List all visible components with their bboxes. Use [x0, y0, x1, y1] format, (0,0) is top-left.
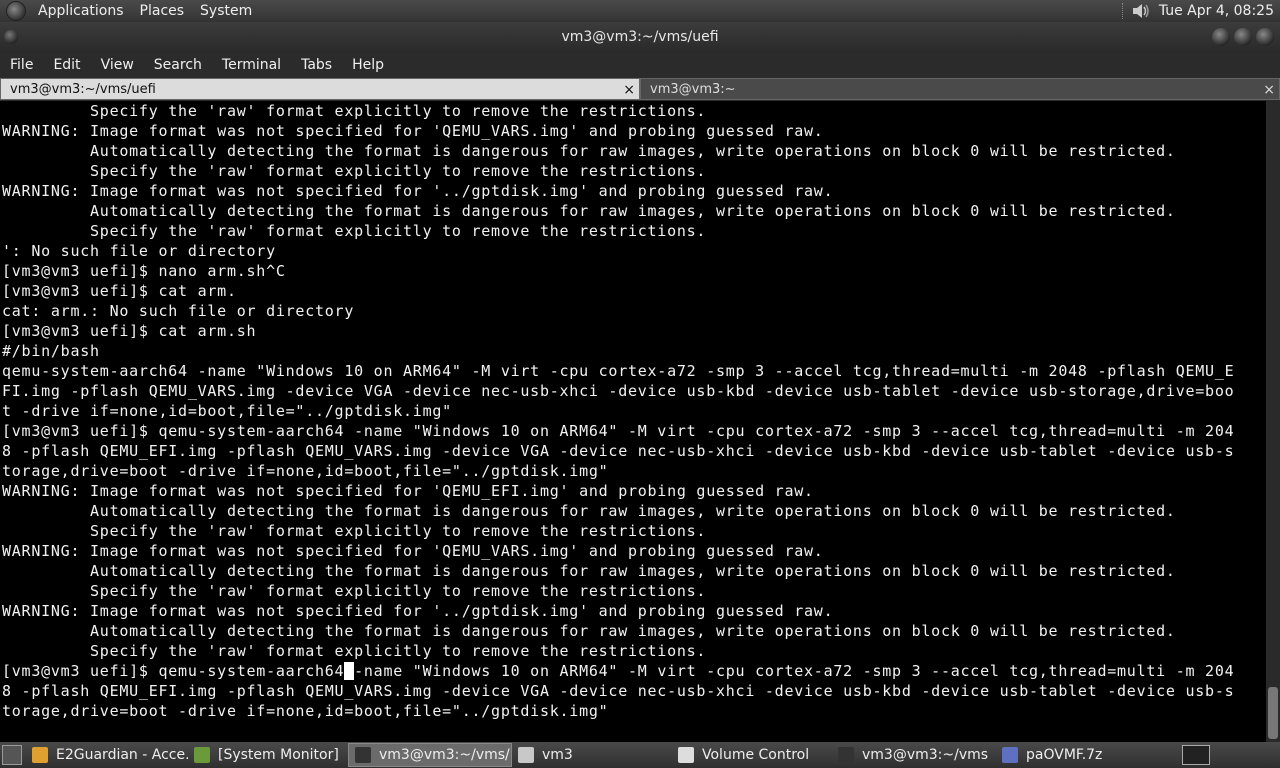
terminal-output[interactable]: Specify the 'raw' format explicitly to r…: [0, 101, 1266, 742]
terminal-line: WARNING: Image format was not specified …: [2, 482, 814, 500]
panel-clock[interactable]: Tue Apr 4, 08:25: [1159, 3, 1280, 19]
menu-system[interactable]: System: [192, 0, 260, 22]
terminal-line: t -drive if=none,id=boot,file="../gptdis…: [2, 402, 452, 420]
terminal-icon: [355, 747, 371, 763]
cursor-line-before: [vm3@vm3 uefi]$ qemu-system-aarch64: [2, 662, 345, 680]
taskbar-item-label: vm3@vm3:~/vms: [862, 747, 989, 763]
menu-places[interactable]: Places: [132, 0, 193, 22]
terminal-line: WARNING: Image format was not specified …: [2, 602, 834, 620]
task-list: E2Guardian - Acce... [System Monitor] vm3@…: [26, 743, 1156, 767]
show-desktop-icon[interactable]: [2, 745, 22, 765]
taskbar-item[interactable]: E2Guardian - Acce...: [26, 743, 188, 767]
terminal-line: [vm3@vm3 uefi]$ nano arm.sh^C: [2, 262, 286, 280]
terminal-line: Automatically detecting the format is da…: [2, 142, 1176, 160]
terminal-scrollbar[interactable]: [1266, 101, 1280, 742]
menu-help[interactable]: Help: [342, 57, 394, 73]
menu-view[interactable]: View: [91, 57, 144, 73]
terminal-line: torage,drive=boot -drive if=none,id=boot…: [2, 462, 609, 480]
top-panel: Applications Places System Tue Apr 4, 08…: [0, 0, 1280, 22]
panel-separator: [1121, 3, 1125, 19]
taskbar-item-label: E2Guardian - Acce...: [56, 747, 188, 763]
gnome-foot-icon[interactable]: [6, 1, 26, 21]
terminal-line: torage,drive=boot -drive if=none,id=boot…: [2, 702, 609, 720]
maximize-button[interactable]: [1234, 28, 1252, 46]
taskbar-item-label: paOVMF.7z: [1026, 747, 1103, 763]
window-title: vm3@vm3:~/vms/uefi: [561, 29, 719, 45]
terminal-line: FI.img -pflash QEMU_VARS.img -device VGA…: [2, 382, 1235, 400]
taskbar-item[interactable]: vm3: [512, 743, 672, 767]
terminal-line: ': No such file or directory: [2, 242, 276, 260]
taskbar-item-label: [System Monitor]: [218, 747, 339, 763]
speaker-icon[interactable]: [1131, 2, 1151, 20]
terminal-line: [vm3@vm3 uefi]$ cat arm.sh: [2, 322, 257, 340]
menu-tabs[interactable]: Tabs: [291, 57, 342, 73]
terminal-line: WARNING: Image format was not specified …: [2, 122, 824, 140]
terminal-line: 8 -pflash QEMU_EFI.img -pflash QEMU_VARS…: [2, 682, 1235, 700]
terminal-line: cat: arm.: No such file or directory: [2, 302, 355, 320]
tab-label: vm3@vm3:~: [650, 82, 736, 97]
terminal-menubar: File Edit View Search Terminal Tabs Help: [0, 52, 1280, 78]
taskbar-item[interactable]: Volume Control: [672, 743, 832, 767]
terminal-line: qemu-system-aarch64 -name "Windows 10 on…: [2, 362, 1235, 380]
menu-terminal[interactable]: Terminal: [212, 57, 291, 73]
terminal-line: 8 -pflash QEMU_EFI.img -pflash QEMU_VARS…: [2, 442, 1235, 460]
scrollbar-thumb[interactable]: [1268, 687, 1278, 739]
taskbar-item[interactable]: vm3@vm3:~/vms/...: [348, 743, 512, 767]
tab-home[interactable]: vm3@vm3:~ ×: [640, 78, 1280, 100]
terminal-line: Automatically detecting the format is da…: [2, 622, 1176, 640]
folder-icon: [518, 747, 534, 763]
terminal-line: Automatically detecting the format is da…: [2, 562, 1176, 580]
terminal-line: WARNING: Image format was not specified …: [2, 542, 824, 560]
terminal-line: Specify the 'raw' format explicitly to r…: [2, 642, 707, 660]
tab-uefi[interactable]: vm3@vm3:~/vms/uefi ×: [0, 78, 640, 100]
taskbar-item-label: Volume Control: [702, 747, 810, 763]
window-controls: [1212, 28, 1274, 46]
menu-edit[interactable]: Edit: [43, 57, 90, 73]
terminal-line: Specify the 'raw' format explicitly to r…: [2, 222, 707, 240]
tab-close-icon[interactable]: ×: [623, 79, 635, 101]
terminal-line: Specify the 'raw' format explicitly to r…: [2, 162, 707, 180]
close-button[interactable]: [1256, 28, 1274, 46]
terminal-tail-lines: 8 -pflash QEMU_EFI.img -pflash QEMU_VARS…: [0, 681, 1266, 721]
text-cursor: [344, 662, 355, 680]
workspace-switcher[interactable]: [1182, 745, 1210, 765]
tab-label: vm3@vm3:~/vms/uefi: [10, 82, 156, 97]
terminal-line: [vm3@vm3 uefi]$ cat arm.: [2, 282, 237, 300]
tab-close-icon[interactable]: ×: [1263, 79, 1275, 101]
terminal-line: #/bin/bash: [2, 342, 100, 360]
terminal-line: Specify the 'raw' format explicitly to r…: [2, 582, 707, 600]
window-titlebar[interactable]: vm3@vm3:~/vms/uefi: [0, 22, 1280, 52]
window-menu-icon[interactable]: [4, 30, 18, 44]
cursor-line-after: -name "Windows 10 on ARM64" -M virt -cpu…: [354, 662, 1235, 680]
system-monitor-icon: [194, 747, 210, 763]
terminal-lines: Specify the 'raw' format explicitly to r…: [0, 101, 1266, 661]
volume-icon: [678, 747, 694, 763]
minimize-button[interactable]: [1212, 28, 1230, 46]
taskbar-item-label: vm3: [542, 747, 573, 763]
terminal-line: Specify the 'raw' format explicitly to r…: [2, 522, 707, 540]
terminal-line: Specify the 'raw' format explicitly to r…: [2, 102, 707, 120]
menu-file[interactable]: File: [0, 57, 43, 73]
taskbar-item[interactable]: vm3@vm3:~/vms: [832, 743, 996, 767]
menu-search[interactable]: Search: [144, 57, 212, 73]
chrome-icon: [32, 747, 48, 763]
tab-bar: vm3@vm3:~/vms/uefi × vm3@vm3:~ ×: [0, 78, 1280, 102]
terminal-line: Automatically detecting the format is da…: [2, 202, 1176, 220]
terminal-icon: [838, 747, 854, 763]
taskbar-item[interactable]: [System Monitor]: [188, 743, 348, 767]
bottom-taskbar: E2Guardian - Acce... [System Monitor] vm3@…: [0, 742, 1280, 768]
terminal-line: Automatically detecting the format is da…: [2, 502, 1176, 520]
archive-icon: [1002, 747, 1018, 763]
taskbar-item-label: vm3@vm3:~/vms/...: [379, 747, 512, 763]
terminal-cursor-line: [vm3@vm3 uefi]$ qemu-system-aarch64 -nam…: [0, 661, 1266, 681]
terminal-line: WARNING: Image format was not specified …: [2, 182, 834, 200]
terminal-line: [vm3@vm3 uefi]$ qemu-system-aarch64 -nam…: [2, 422, 1235, 440]
menu-applications[interactable]: Applications: [30, 0, 132, 22]
taskbar-item[interactable]: paOVMF.7z: [996, 743, 1156, 767]
